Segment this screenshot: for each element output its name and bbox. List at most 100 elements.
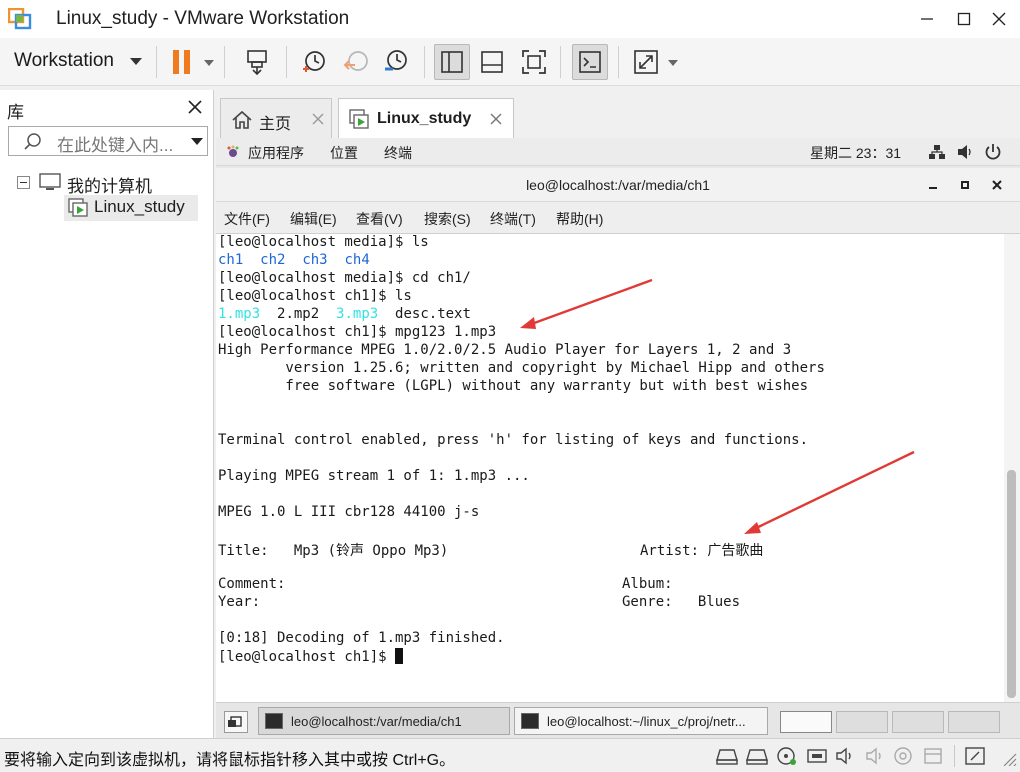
terminal-line: Album: xyxy=(622,576,673,592)
panel-clock[interactable]: 星期二 23：31 xyxy=(810,143,901,163)
ls-dir: ch2 xyxy=(260,252,286,268)
applications-menu[interactable]: 应用程序 xyxy=(248,143,304,163)
stretch-guest-button[interactable] xyxy=(628,44,664,80)
show-desktop-button[interactable] xyxy=(224,711,248,733)
taskbar-item-terminal-proj[interactable]: leo@localhost:~/linux_c/proj/netr... xyxy=(514,707,768,735)
maximize-button[interactable] xyxy=(947,4,981,34)
power-icon[interactable] xyxy=(984,143,1002,161)
ls-file: 3.mp3 xyxy=(336,306,379,322)
revert-snapshot-icon xyxy=(343,51,368,71)
ls-file: 2.mp2 xyxy=(277,306,320,322)
status-bar: 要将输入定向到该虚拟机，请将鼠标指针移入其中或按 Ctrl+G。 xyxy=(0,738,1020,772)
terminal-scrollbar[interactable] xyxy=(1004,234,1020,702)
terminal-menubar: 文件(F) 编辑(E) 查看(V) 搜索(S) 终端(T) 帮助(H) xyxy=(216,202,1020,234)
menu-help[interactable]: 帮助(H) xyxy=(556,209,603,229)
workstation-menu[interactable]: Workstation xyxy=(14,50,114,72)
console-icon xyxy=(579,51,601,73)
full-screen-icon xyxy=(522,50,546,74)
tab-label: 主页 xyxy=(259,116,292,133)
show-library-button[interactable] xyxy=(434,44,470,80)
terminal-minimize-button[interactable] xyxy=(924,176,942,194)
sound-card-icon[interactable] xyxy=(834,746,856,766)
workspace-4[interactable] xyxy=(948,711,1000,733)
terminal-line: [0:18] Decoding of 1.mp3 finished. xyxy=(218,630,505,646)
close-window-button[interactable] xyxy=(982,4,1016,34)
tab-home[interactable]: 主页 xyxy=(220,98,332,138)
snapshot-manager-button[interactable] xyxy=(378,44,414,80)
tree-item-linux-study[interactable]: Linux_study xyxy=(64,195,198,221)
terminal-titlebar[interactable]: leo@localhost:/var/media/ch1 xyxy=(216,168,1020,202)
workspace-3[interactable] xyxy=(892,711,944,733)
menu-file[interactable]: 文件(F) xyxy=(224,209,270,229)
terminal-line: Comment: xyxy=(218,576,286,592)
tab-linux-study[interactable]: Linux_study xyxy=(338,98,514,139)
disc-icon[interactable] xyxy=(892,746,914,766)
stretch-icon xyxy=(634,50,658,74)
thumbnail-layout-icon xyxy=(481,51,503,73)
close-library-icon[interactable] xyxy=(186,98,204,116)
terminal-window-title: leo@localhost:/var/media/ch1 xyxy=(526,177,710,193)
network-icon[interactable] xyxy=(928,144,946,160)
tree-collapse-toggle[interactable] xyxy=(17,176,30,189)
pause-button[interactable] xyxy=(164,44,200,80)
snapshot-clock-icon xyxy=(303,51,325,72)
terminal-line: [leo@localhost ch1]$ ls xyxy=(218,288,412,304)
snapshot-button[interactable] xyxy=(296,44,332,80)
taskbar-item-label: leo@localhost:/var/media/ch1 xyxy=(291,714,462,729)
resize-grip-icon[interactable] xyxy=(996,746,1018,766)
menu-view[interactable]: 查看(V) xyxy=(356,209,403,229)
message-log-icon[interactable] xyxy=(964,746,986,766)
terminal-menu[interactable]: 终端 xyxy=(384,143,412,163)
thumbnail-bar-button[interactable] xyxy=(474,44,510,80)
terminal-close-button[interactable] xyxy=(988,176,1006,194)
terminal-line: Terminal control enabled, press 'h' for … xyxy=(218,432,809,448)
computer-icon xyxy=(39,173,61,190)
terminal-icon xyxy=(265,713,283,729)
chevron-down-icon[interactable] xyxy=(130,58,142,65)
search-placeholder: 在此处键入内... xyxy=(57,136,174,155)
hard-disk-icon[interactable] xyxy=(746,746,768,766)
revert-snapshot-button[interactable] xyxy=(338,44,374,80)
scrollbar-thumb[interactable] xyxy=(1007,470,1016,698)
status-divider xyxy=(954,745,955,767)
terminal-line: version 1.25.6; written and copyright by… xyxy=(218,360,825,376)
stretch-dropdown-icon[interactable] xyxy=(668,60,678,66)
toolbar-divider xyxy=(618,46,619,78)
send-ctrl-alt-del-button[interactable] xyxy=(240,44,276,80)
vm-console[interactable]: 应用程序 位置 终端 星期二 23：31 leo@localhost:/var/… xyxy=(216,138,1020,738)
menu-terminal[interactable]: 终端(T) xyxy=(490,209,536,229)
hard-disk-icon[interactable] xyxy=(716,746,738,766)
printer-icon[interactable] xyxy=(922,746,944,766)
sound-card-icon[interactable] xyxy=(864,746,886,766)
tree-item-my-computer[interactable]: 我的计算机 xyxy=(67,172,152,197)
tab-bar: 主页 Linux_study xyxy=(216,90,1020,139)
close-icon xyxy=(992,180,1002,190)
menu-edit[interactable]: 编辑(E) xyxy=(290,209,337,229)
full-screen-button[interactable] xyxy=(516,44,552,80)
close-tab-icon[interactable] xyxy=(489,112,503,126)
workspace-2[interactable] xyxy=(836,711,888,733)
workspace-1[interactable] xyxy=(780,711,832,733)
library-search-input[interactable]: 在此处键入内... xyxy=(8,126,208,156)
terminal-line: ch1 ch2 ch3 ch4 xyxy=(218,252,370,270)
terminal-output[interactable]: [leo@localhost media]$ ls ch1 ch2 ch3 ch… xyxy=(216,234,1004,702)
pause-dropdown-icon[interactable] xyxy=(204,60,214,66)
terminal-maximize-button[interactable] xyxy=(956,176,974,194)
taskbar-item-terminal-ch1[interactable]: leo@localhost:/var/media/ch1 xyxy=(258,707,510,735)
cd-rom-icon[interactable] xyxy=(776,746,798,766)
toolbar-divider xyxy=(424,46,425,78)
chevron-down-icon[interactable] xyxy=(191,138,203,145)
places-menu[interactable]: 位置 xyxy=(330,143,358,163)
toolbar-divider xyxy=(156,46,157,78)
minimize-button[interactable] xyxy=(910,4,944,34)
menu-search[interactable]: 搜索(S) xyxy=(424,209,471,229)
ls-dir: ch3 xyxy=(302,252,328,268)
network-adapter-icon[interactable] xyxy=(806,746,828,766)
console-view-button[interactable] xyxy=(572,44,608,80)
ls-dir: ch1 xyxy=(218,252,244,268)
terminal-line: [leo@localhost media]$ ls xyxy=(218,234,429,250)
ls-file: 1.mp3 xyxy=(218,306,261,322)
minimize-icon xyxy=(929,187,937,189)
volume-icon[interactable] xyxy=(956,144,974,160)
close-tab-icon[interactable] xyxy=(311,112,325,126)
